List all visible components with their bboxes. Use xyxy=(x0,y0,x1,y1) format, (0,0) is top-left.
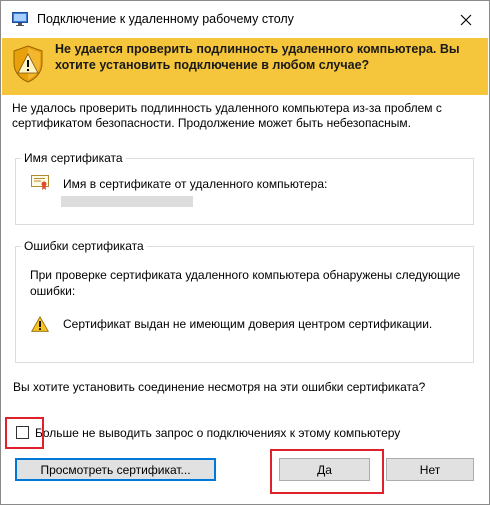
rdp-dialog-window: Подключение к удаленному рабочему столу … xyxy=(0,0,490,505)
close-icon xyxy=(460,14,472,25)
certificate-icon xyxy=(31,175,49,190)
no-button[interactable]: Нет xyxy=(386,458,474,481)
certificate-name-group: Имя сертификата Имя в сертификате от уда… xyxy=(15,150,474,225)
intro-text: Не удалось проверить подлинность удаленн… xyxy=(12,101,442,130)
warning-icon xyxy=(31,316,49,332)
view-certificate-button[interactable]: Просмотреть сертификат... xyxy=(15,458,216,481)
certificate-errors-legend: Ошибки сертификата xyxy=(21,238,147,254)
dont-ask-again-checkbox[interactable] xyxy=(16,426,29,439)
banner-message: Не удается проверить подлинность удаленн… xyxy=(55,42,460,72)
certificate-errors-intro: При проверке сертификата удаленного комп… xyxy=(30,268,461,298)
certificate-name-label: Имя в сертификате от удаленного компьюте… xyxy=(63,177,328,191)
title-bar[interactable]: Подключение к удаленному рабочему столу xyxy=(1,1,489,38)
connect-question: Вы хотите установить соединение несмотря… xyxy=(13,380,426,394)
dont-ask-again-label[interactable]: Больше не выводить запрос о подключениях… xyxy=(35,425,400,441)
warning-banner: Не удается проверить подлинность удаленн… xyxy=(2,38,488,95)
window-title: Подключение к удаленному рабочему столу xyxy=(37,12,294,26)
close-button[interactable] xyxy=(443,1,489,38)
certificate-name-redacted xyxy=(61,196,193,207)
certificate-errors-group: Ошибки сертификата При проверке сертифик… xyxy=(15,238,474,363)
certificate-error-message: Сертификат выдан не имеющим доверия цент… xyxy=(63,317,433,331)
yes-button[interactable]: Да xyxy=(279,458,370,481)
remote-desktop-icon xyxy=(12,12,28,26)
security-shield-warning-icon xyxy=(13,45,43,83)
certificate-name-legend: Имя сертификата xyxy=(21,150,126,166)
